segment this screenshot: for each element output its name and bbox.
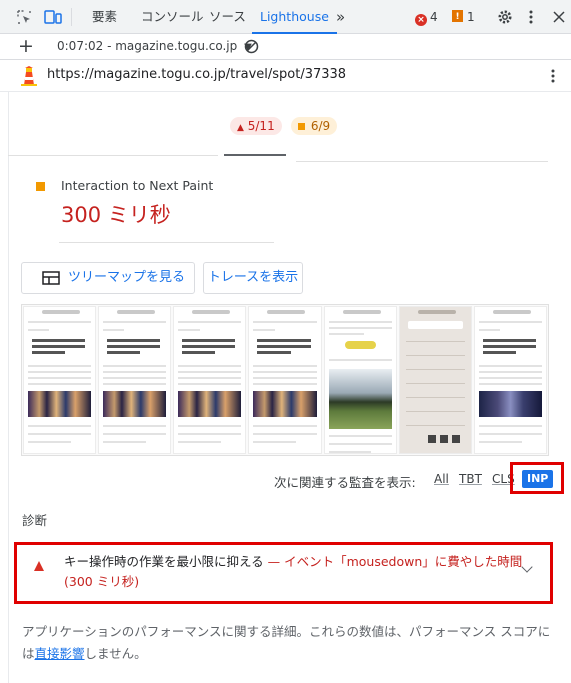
report-url-row: https://magazine.togu.co.jp/travel/spot/… (0, 60, 571, 92)
audit-display-value-ms: (300 ミリ秒) (64, 574, 140, 589)
filmstrip-frame (473, 306, 547, 454)
related-audits-label: 次に関連する監査を表示: (274, 475, 416, 490)
highlight-box (510, 462, 564, 494)
block-icon[interactable] (244, 39, 259, 54)
warn-square-icon (298, 123, 305, 130)
filter-all[interactable]: All (434, 472, 449, 486)
diagnostics-description: アプリケーションのパフォーマンスに関する詳細。これらの数値は、パフォーマンス ス… (22, 621, 552, 665)
metric-value: 300 ミリ秒 (61, 203, 171, 227)
audit-display-value: イベント「mousedown」に費やした時間 (284, 554, 523, 569)
warning-audits-count: 6/9 (310, 119, 331, 133)
direct-impact-link[interactable]: 直接影響 (35, 646, 85, 661)
filmstrip-frame (398, 306, 472, 454)
divider (296, 161, 548, 162)
tab-lighthouse[interactable]: Lighthouse (252, 0, 337, 34)
fail-triangle-icon (34, 561, 44, 571)
errors-badge[interactable]: × 4 (415, 9, 438, 26)
report-selector-label: 0:07:02 - magazine.togu.co.jp (57, 39, 238, 53)
active-category-underline (224, 154, 286, 156)
divider (59, 242, 274, 243)
failed-audits-count: 5/11 (247, 119, 275, 133)
description-text: アプリケーションのパフォーマンスに関する詳細。これらの数値は、パフォーマンス ス… (22, 624, 551, 639)
report-menu-icon[interactable] (550, 68, 556, 84)
audit-row-text: キー操作時の作業を最小限に抑える — イベント「mousedown」に費やした時… (64, 552, 534, 592)
filmstrip-frame (173, 306, 247, 454)
warning-icon (452, 9, 463, 25)
filmstrip-frame (23, 306, 97, 454)
filmstrip-frame (248, 306, 322, 454)
error-icon: × (415, 14, 427, 26)
lighthouse-logo-icon (21, 66, 37, 86)
inspect-element-icon[interactable] (17, 10, 31, 24)
description-text-suffix: しません。 (84, 646, 147, 661)
audit-separator: — (267, 554, 281, 569)
report-url[interactable]: https://magazine.togu.co.jp/travel/spot/… (47, 67, 346, 82)
device-toolbar-icon[interactable] (44, 10, 62, 24)
more-tabs-button[interactable]: » (336, 0, 345, 34)
failed-audits-badge[interactable]: ▲ 5/11 (230, 117, 282, 135)
report-selector[interactable]: 0:07:02 - magazine.togu.co.jp ▼ (57, 39, 252, 53)
new-report-button[interactable]: + (18, 35, 34, 57)
metric-warning-square-icon (36, 182, 45, 191)
filmstrip (21, 304, 549, 456)
warnings-badge[interactable]: 1 (452, 9, 475, 25)
settings-gear-icon[interactable] (497, 9, 513, 25)
filmstrip-frame (98, 306, 172, 454)
tab-elements[interactable]: 要素 (92, 0, 117, 34)
warning-audits-badge[interactable]: 6/9 (291, 117, 338, 135)
description-text-prefix: は (22, 646, 35, 661)
filter-tbt[interactable]: TBT (459, 472, 482, 486)
diagnostics-heading: 診断 (22, 513, 48, 528)
warnings-count: 1 (467, 10, 475, 24)
tab-console[interactable]: コンソール (141, 0, 204, 34)
devtools-tab-bar: 要素 コンソール ソース Lighthouse » ×4 1 (0, 0, 571, 34)
treemap-icon (42, 271, 60, 285)
view-treemap-button[interactable]: ツリーマップを見る (21, 262, 195, 294)
view-trace-button[interactable]: トレースを表示 (203, 262, 303, 294)
audit-title: キー操作時の作業を最小限に抑える (64, 554, 264, 569)
more-options-icon[interactable] (528, 9, 534, 25)
lighthouse-toolbar: + 0:07:02 - magazine.togu.co.jp ▼ (0, 34, 571, 60)
view-trace-label: トレースを表示 (207, 270, 299, 285)
filmstrip-frame (323, 306, 397, 454)
view-treemap-label: ツリーマップを見る (68, 270, 186, 285)
divider (8, 155, 218, 156)
close-devtools-icon[interactable] (553, 11, 565, 23)
errors-count: 4 (430, 10, 438, 24)
tab-sources[interactable]: ソース (209, 0, 246, 34)
fail-triangle-icon: ▲ (237, 123, 244, 133)
metric-name: Interaction to Next Paint (61, 178, 214, 193)
